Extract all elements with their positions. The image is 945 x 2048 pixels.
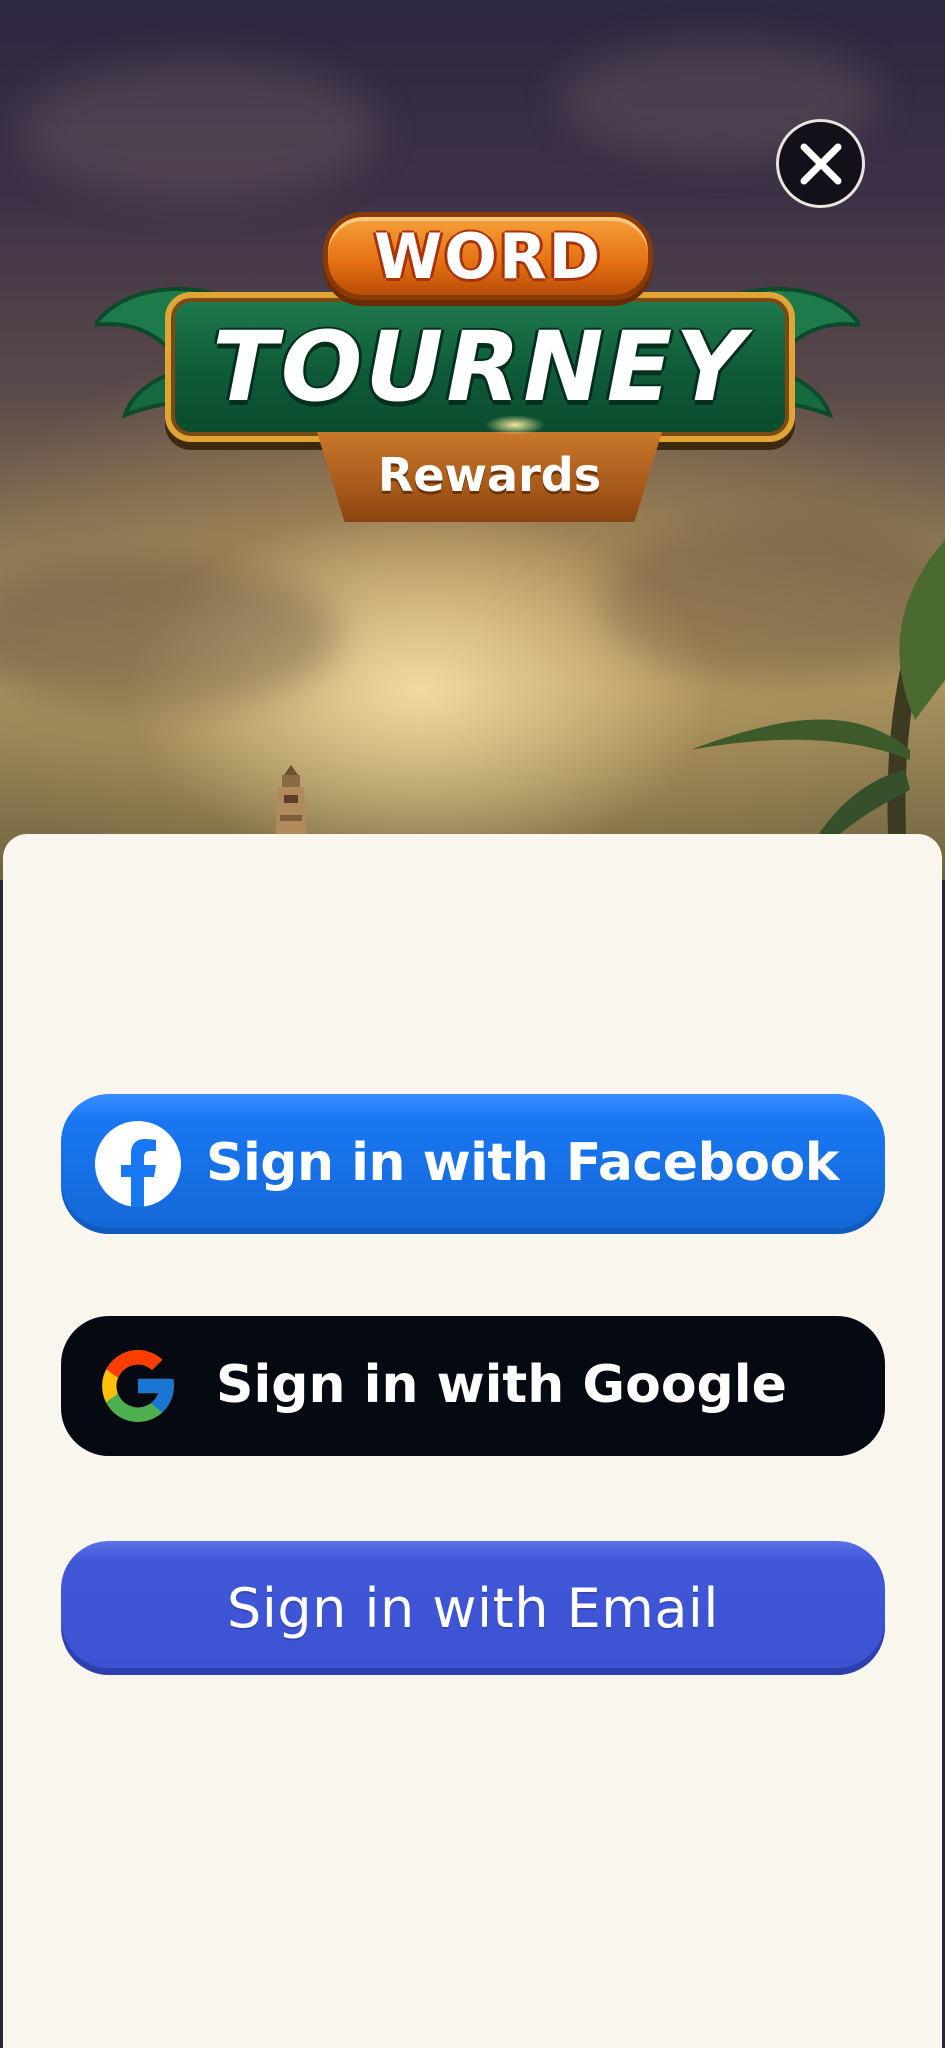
rewards-plate: Rewards: [317, 432, 662, 522]
logo-glow: [485, 415, 545, 435]
facebook-sign-in-label: Sign in with Facebook: [206, 1132, 839, 1193]
google-sign-in-label: Sign in with Google: [216, 1354, 787, 1415]
google-icon: [102, 1350, 174, 1422]
email-sign-in-label: Sign in with Email: [227, 1576, 719, 1640]
close-icon: [800, 143, 841, 184]
game-logo: TOURNEY Rewards WORD: [95, 210, 860, 530]
logo-tourney-text: TOURNEY: [212, 311, 748, 423]
logo-word-text: WORD: [373, 219, 603, 293]
palm-tree-icon: [690, 540, 945, 880]
logo-rewards-text: Rewards: [377, 448, 602, 502]
email-sign-in-button[interactable]: Sign in with Email: [61, 1541, 885, 1675]
facebook-sign-in-button[interactable]: Sign in with Facebook: [61, 1094, 885, 1234]
google-sign-in-button[interactable]: Sign in with Google: [61, 1316, 885, 1456]
tourney-plate: TOURNEY: [165, 292, 795, 442]
close-button[interactable]: [776, 119, 865, 208]
facebook-icon: [95, 1121, 181, 1207]
word-plate: WORD: [323, 212, 653, 300]
